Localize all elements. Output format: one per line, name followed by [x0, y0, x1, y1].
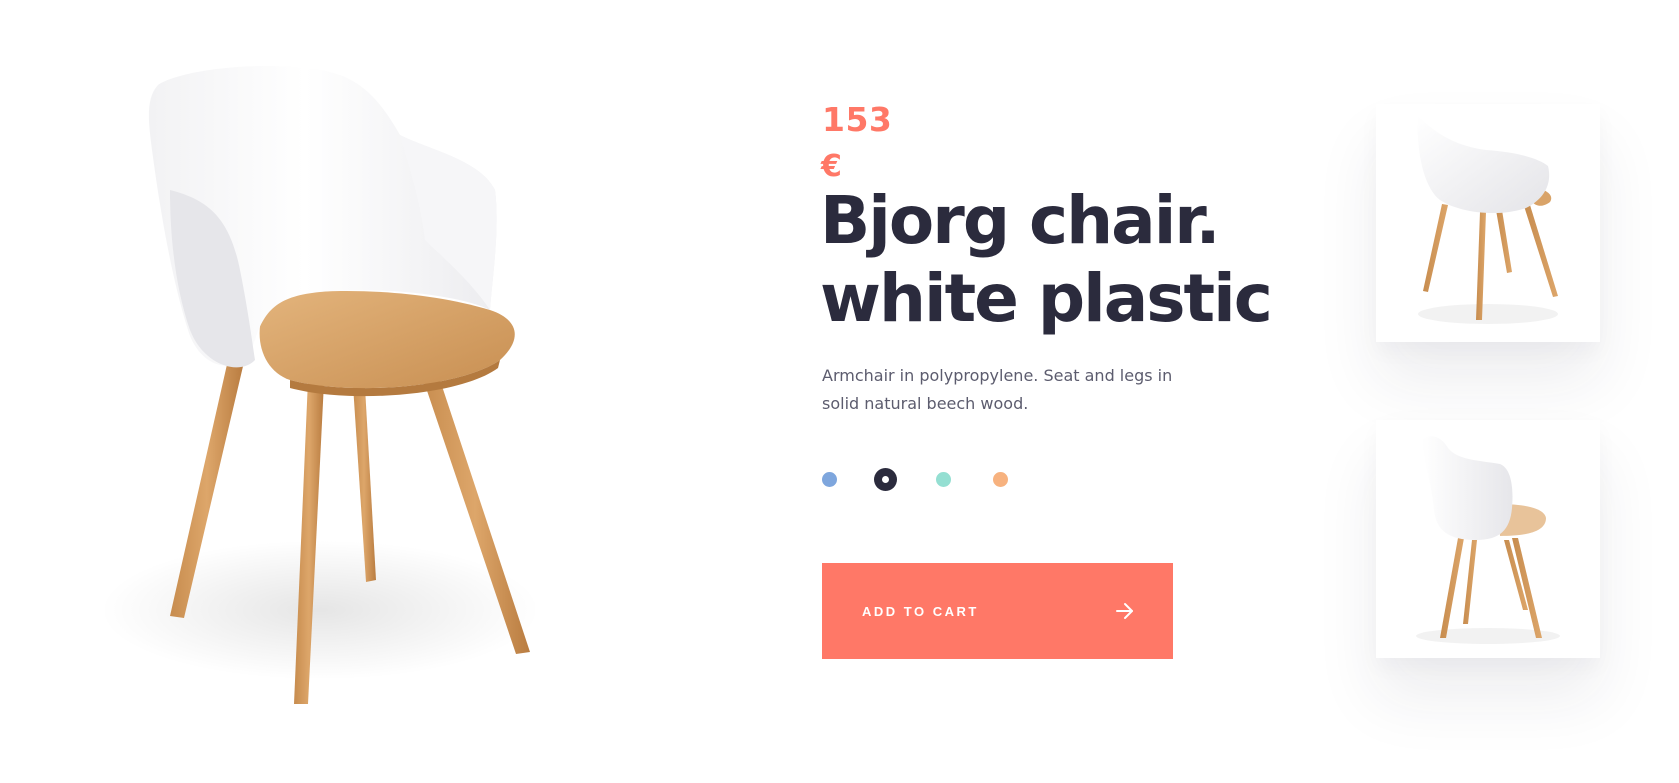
product-title-line-2: white plastic — [820, 260, 1273, 337]
product-description: Armchair in polypropylene. Seat and legs… — [822, 366, 1173, 413]
color-swatches — [822, 468, 1022, 492]
product-title: Bjorg chair. white plastic — [820, 182, 1300, 338]
price-amount: 153 — [822, 100, 893, 139]
color-swatch-blue[interactable] — [822, 472, 837, 487]
add-to-cart-button[interactable]: ADD TO CART — [822, 563, 1173, 659]
chair-back-view-image — [1417, 116, 1558, 324]
arrow-right-icon — [1115, 601, 1135, 621]
price-currency: € — [821, 149, 842, 184]
product-page: 153 € Bjorg chair. white plastic Armchai… — [0, 0, 1679, 783]
chair-side-view-image — [1416, 436, 1560, 644]
add-to-cart-label: ADD TO CART — [862, 604, 979, 619]
thumbnail-side-view[interactable] — [1376, 420, 1600, 658]
color-swatch-navy[interactable] — [874, 468, 897, 491]
product-main-image — [80, 40, 600, 740]
color-swatch-peach[interactable] — [993, 472, 1008, 487]
product-title-line-1: Bjorg chair. — [820, 182, 1221, 259]
thumbnail-back-view[interactable] — [1376, 104, 1600, 342]
color-swatch-mint[interactable] — [936, 472, 951, 487]
